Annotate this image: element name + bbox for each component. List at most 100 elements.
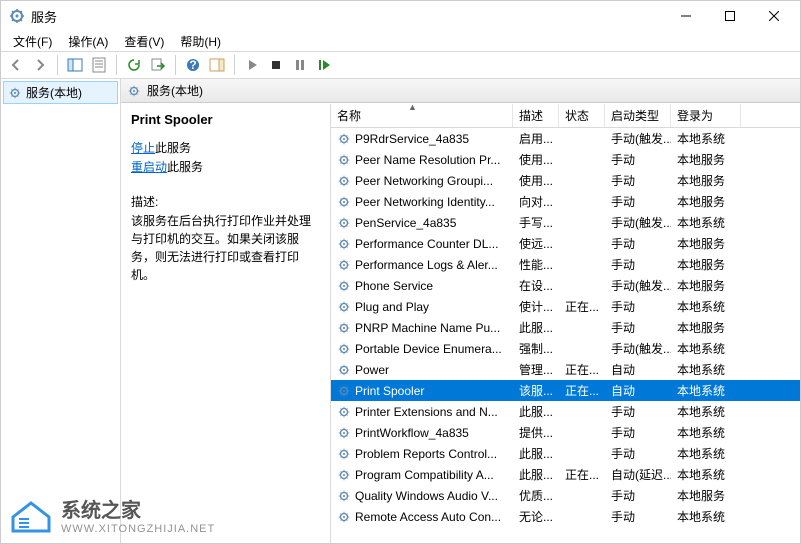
cell-desc: 此服... [513, 317, 559, 338]
cell-logon: 本地系统 [671, 338, 741, 359]
restart-service-button[interactable] [313, 54, 335, 76]
cell-logon: 本地服务 [671, 485, 741, 506]
action-pane-button[interactable] [206, 54, 228, 76]
cell-name: Print Spooler [331, 380, 513, 401]
service-row[interactable]: Phone Service在设...手动(触发...本地服务 [331, 275, 800, 296]
cell-status [559, 317, 605, 338]
properties-button[interactable] [88, 54, 110, 76]
cell-start: 手动 [605, 296, 671, 317]
separator [234, 55, 235, 75]
tree-root-label: 服务(本地) [26, 84, 82, 101]
col-logon[interactable]: 登录为 [671, 104, 741, 127]
gear-icon [337, 174, 351, 188]
cell-status [559, 506, 605, 527]
gear-icon [337, 237, 351, 251]
col-name[interactable]: 名称 [331, 104, 513, 127]
menu-action[interactable]: 操作(A) [62, 31, 114, 52]
service-row[interactable]: Power管理...正在...自动本地系统 [331, 359, 800, 380]
watermark: 系统之家 WWW.XITONGZHIJIA.NET [9, 494, 215, 535]
cell-start: 手动 [605, 506, 671, 527]
service-row[interactable]: Problem Reports Control...此服...手动本地系统 [331, 443, 800, 464]
service-row[interactable]: PenService_4a835手写...手动(触发...本地系统 [331, 212, 800, 233]
cell-desc: 管理... [513, 359, 559, 380]
forward-button[interactable] [29, 54, 51, 76]
service-row[interactable]: Plug and Play使计...正在...手动本地系统 [331, 296, 800, 317]
show-hide-tree-button[interactable] [64, 54, 86, 76]
cell-desc: 此服... [513, 401, 559, 422]
cell-desc: 优质... [513, 485, 559, 506]
help-button[interactable]: ? [182, 54, 204, 76]
service-row[interactable]: PNRP Machine Name Pu...此服...手动本地服务 [331, 317, 800, 338]
list-rows: P9RdrService_4a835启用...手动(触发...本地系统Peer … [331, 128, 800, 527]
pause-service-button[interactable] [289, 54, 311, 76]
body-area: 服务(本地) 服务(本地) Print Spooler 停止此服务 重启动此服务… [1, 79, 800, 543]
cell-logon: 本地服务 [671, 233, 741, 254]
separator [116, 55, 117, 75]
service-row[interactable]: Performance Counter DL...使远...手动本地服务 [331, 233, 800, 254]
cell-name: Phone Service [331, 275, 513, 296]
cell-name: Peer Networking Identity... [331, 191, 513, 212]
service-row[interactable]: P9RdrService_4a835启用...手动(触发...本地系统 [331, 128, 800, 149]
cell-start: 手动 [605, 401, 671, 422]
back-button[interactable] [5, 54, 27, 76]
service-row[interactable]: Peer Networking Identity...向对...手动本地服务 [331, 191, 800, 212]
gear-icon [337, 342, 351, 356]
menu-file[interactable]: 文件(F) [7, 31, 58, 52]
col-status[interactable]: 状态 [559, 104, 605, 127]
cell-name: Plug and Play [331, 296, 513, 317]
service-row[interactable]: Portable Device Enumera...强制...手动(触发...本… [331, 338, 800, 359]
maximize-button[interactable] [708, 1, 752, 31]
start-service-button[interactable] [241, 54, 263, 76]
services-icon [9, 8, 25, 24]
service-row[interactable]: Performance Logs & Aler...性能...手动本地服务 [331, 254, 800, 275]
col-start[interactable]: 启动类型 [605, 104, 671, 127]
cell-logon: 本地系统 [671, 212, 741, 233]
refresh-button[interactable] [123, 54, 145, 76]
cell-name: PNRP Machine Name Pu... [331, 317, 513, 338]
pane-body: Print Spooler 停止此服务 重启动此服务 描述: 该服务在后台执行打… [121, 103, 800, 543]
stop-suffix: 此服务 [155, 141, 191, 155]
cell-desc: 使远... [513, 233, 559, 254]
cell-start: 自动(延迟... [605, 464, 671, 485]
service-row[interactable]: Remote Access Auto Con...无论...手动本地系统 [331, 506, 800, 527]
restart-link[interactable]: 重启动 [131, 160, 167, 174]
cell-logon: 本地系统 [671, 443, 741, 464]
service-row[interactable]: Program Compatibility A...此服...正在...自动(延… [331, 464, 800, 485]
cell-start: 手动(触发... [605, 212, 671, 233]
cell-name: Program Compatibility A... [331, 464, 513, 485]
right-pane: 服务(本地) Print Spooler 停止此服务 重启动此服务 描述: 该服… [121, 79, 800, 543]
cell-name: Quality Windows Audio V... [331, 485, 513, 506]
stop-link[interactable]: 停止 [131, 141, 155, 155]
gear-icon [337, 384, 351, 398]
cell-start: 自动 [605, 359, 671, 380]
service-row[interactable]: PrintWorkflow_4a835提供...手动本地系统 [331, 422, 800, 443]
close-button[interactable] [752, 1, 796, 31]
cell-status: 正在... [559, 380, 605, 401]
menu-bar: 文件(F) 操作(A) 查看(V) 帮助(H) [1, 31, 800, 51]
cell-logon: 本地服务 [671, 317, 741, 338]
service-row[interactable]: Peer Name Resolution Pr...使用...手动本地服务 [331, 149, 800, 170]
cell-status [559, 149, 605, 170]
gear-icon [337, 258, 351, 272]
menu-help[interactable]: 帮助(H) [174, 31, 227, 52]
stop-service-button[interactable] [265, 54, 287, 76]
minimize-button[interactable] [664, 1, 708, 31]
cell-start: 手动 [605, 170, 671, 191]
service-row[interactable]: Printer Extensions and N...此服...手动本地系统 [331, 401, 800, 422]
menu-view[interactable]: 查看(V) [118, 31, 170, 52]
cell-logon: 本地系统 [671, 401, 741, 422]
toolbar: ? [1, 51, 800, 79]
service-row[interactable]: Peer Networking Groupi...使用...手动本地服务 [331, 170, 800, 191]
cell-desc: 提供... [513, 422, 559, 443]
cell-desc: 此服... [513, 464, 559, 485]
gear-icon [8, 86, 22, 100]
cell-status [559, 254, 605, 275]
tree-root-item[interactable]: 服务(本地) [3, 81, 118, 104]
svg-text:?: ? [189, 58, 196, 72]
service-row[interactable]: Print Spooler该服...正在...自动本地系统 [331, 380, 800, 401]
gear-icon [337, 489, 351, 503]
col-desc[interactable]: 描述 [513, 104, 559, 127]
export-button[interactable] [147, 54, 169, 76]
cell-status [559, 170, 605, 191]
service-row[interactable]: Quality Windows Audio V...优质...手动本地服务 [331, 485, 800, 506]
